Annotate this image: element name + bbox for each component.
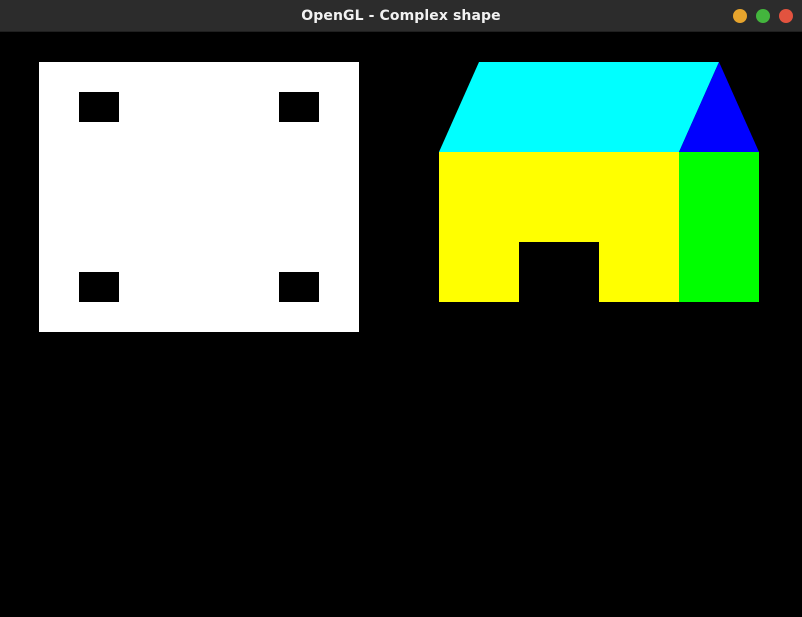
panel-shape: [39, 62, 359, 332]
panel-hole-bottom-right: [279, 272, 319, 302]
minimize-button[interactable]: [733, 9, 747, 23]
opengl-canvas: [0, 32, 802, 617]
house-door: [519, 242, 599, 302]
scene-svg: [39, 62, 759, 332]
panel-hole-bottom-left: [79, 272, 119, 302]
window-title: OpenGL - Complex shape: [301, 8, 501, 24]
maximize-button[interactable]: [756, 9, 770, 23]
house-wall-side: [679, 152, 759, 302]
close-button[interactable]: [779, 9, 793, 23]
panel-hole-top-left: [79, 92, 119, 122]
house-roof-front: [439, 62, 719, 152]
panel-hole-top-right: [279, 92, 319, 122]
window-controls: [733, 9, 793, 23]
title-bar[interactable]: OpenGL - Complex shape: [0, 0, 802, 32]
house-shape: [439, 62, 759, 302]
app-window: OpenGL - Complex shape: [0, 0, 802, 617]
